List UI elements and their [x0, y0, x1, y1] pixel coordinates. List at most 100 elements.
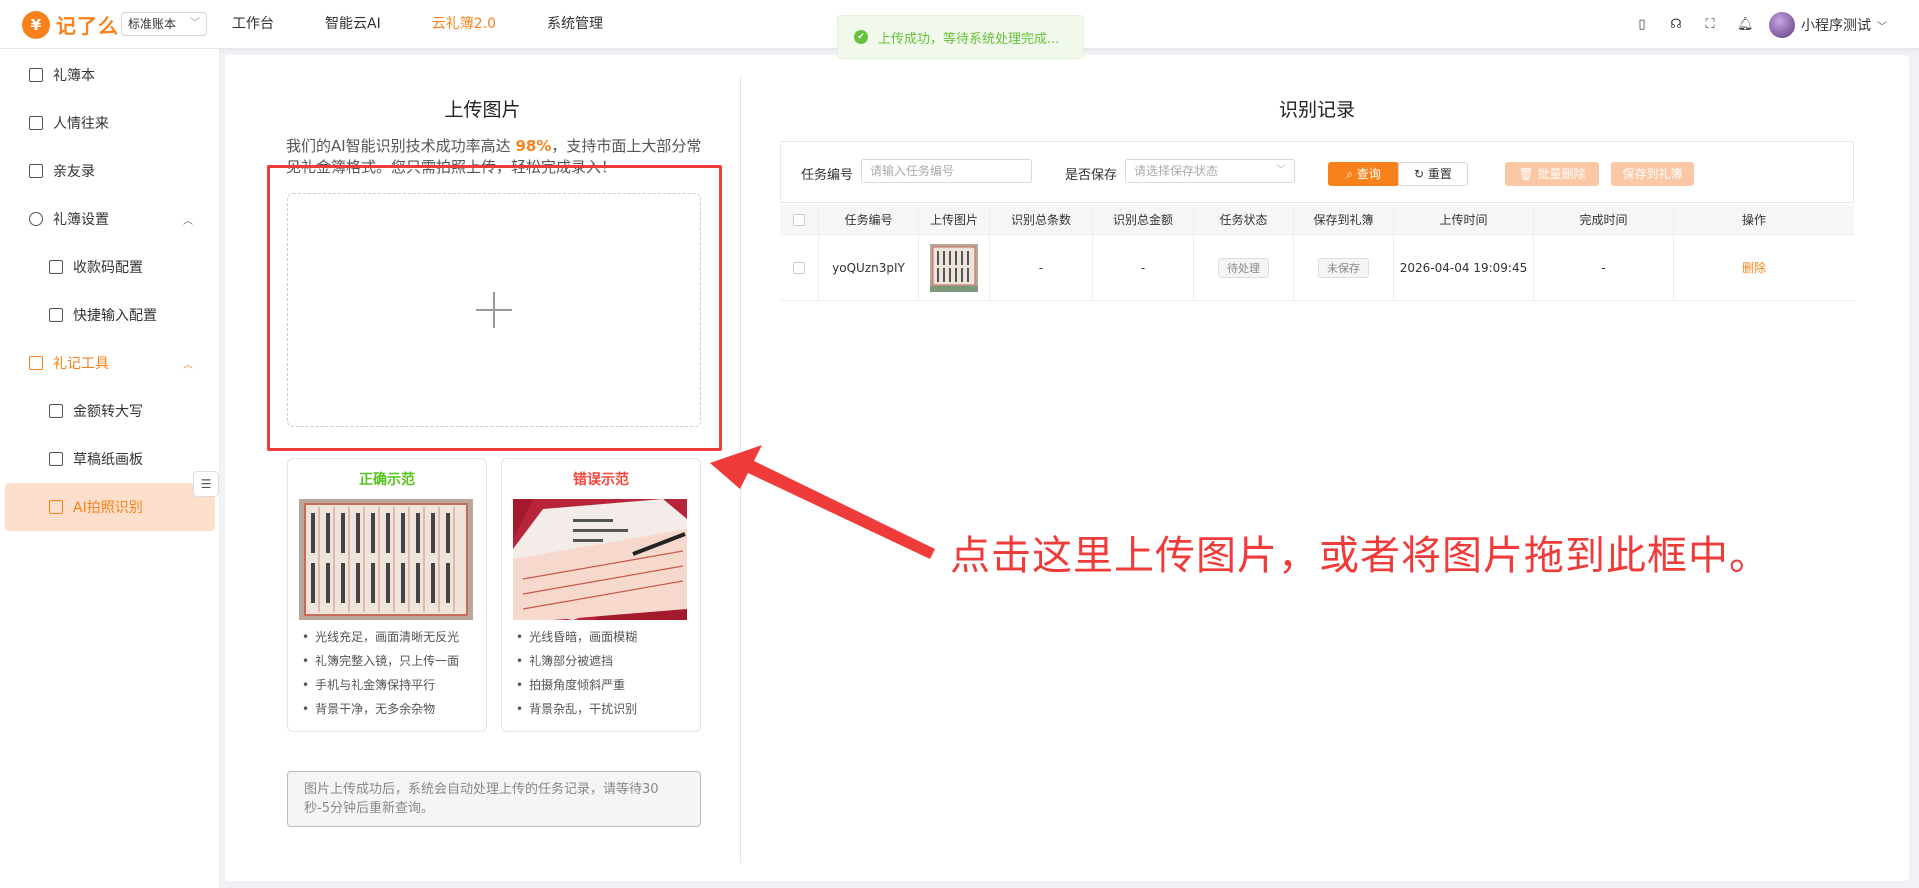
task-id-input[interactable]: 请输入任务编号 — [861, 159, 1032, 183]
select-all-checkbox[interactable] — [793, 213, 805, 226]
sidebar-item-label: 草稿纸画板 — [73, 452, 143, 468]
nav-item-system-management[interactable]: 系统管理 — [547, 0, 603, 49]
gear-icon — [29, 212, 43, 226]
header-actions: ▯ ☊ ⛶ 🔔︎ 小程序测试 ﹀ — [1615, 0, 1887, 49]
mobile-icon[interactable]: ▯ — [1635, 17, 1649, 32]
good-example-image — [299, 499, 473, 620]
headset-icon[interactable]: ☊ — [1669, 17, 1683, 32]
sidebar-group-gift-tools[interactable]: 礼记工具 ︿ — [0, 339, 220, 387]
good-tip: 礼簿完整入镜，只上传一面 — [302, 649, 459, 673]
chevron-down-icon: ﹀ — [1877, 21, 1887, 33]
sidebar-item-label: 礼簿设置 — [53, 212, 109, 228]
task-id-placeholder: 请输入任务编号 — [870, 164, 955, 178]
status-cell: 待处理 — [1194, 235, 1294, 300]
column-header: 识别总条数 — [990, 205, 1093, 234]
save-status-placeholder: 请选择保存状态 — [1134, 164, 1219, 178]
sidebar-item-label: AI拍照识别 — [73, 500, 143, 516]
sidebar-item-payment-qr[interactable]: 收款码配置 — [0, 243, 220, 291]
good-tip: 背景干净，无多余杂物 — [302, 697, 459, 721]
row-select-cell — [780, 235, 819, 300]
sidebar-item-label: 人情往来 — [53, 116, 109, 132]
book-icon — [29, 68, 43, 82]
amount-cell: - — [1093, 235, 1194, 300]
reset-label: 重置 — [1427, 167, 1452, 181]
toast-text: 上传成功，等待系统处理完成... — [878, 31, 1060, 47]
account-book-select[interactable]: 标准账本 ﹀ — [121, 12, 207, 36]
query-label: 查询 — [1356, 167, 1381, 181]
user-menu[interactable]: 小程序测试 ﹀ — [1801, 15, 1887, 35]
chevron-up-icon: ︿ — [183, 215, 193, 227]
fullscreen-icon[interactable]: ⛶ — [1703, 17, 1717, 32]
good-example-tips: 光线充足，画面清晰无反光 礼簿完整入镜，只上传一面 手机与礼金簿保持平行 背景干… — [302, 625, 459, 721]
sidebar-item-gift-book[interactable]: 礼簿本 — [0, 51, 220, 99]
nav-item-workbench[interactable]: 工作台 — [232, 0, 274, 49]
status-badge: 待处理 — [1218, 257, 1269, 278]
sidebar-item-quick-input[interactable]: 快捷输入配置 — [0, 291, 220, 339]
nav-item-cloud-gift-book[interactable]: 云礼簿2.0 — [432, 0, 496, 49]
query-button[interactable]: ⌕ 查询 — [1328, 162, 1399, 186]
upload-time-cell: 2026-04-04 19:09:45 — [1394, 235, 1534, 300]
reset-button[interactable]: ↻ 重置 — [1398, 162, 1468, 186]
finish-time-cell: - — [1534, 235, 1674, 300]
upload-title: 上传图片 — [444, 99, 521, 121]
thumbnail-cell — [919, 235, 990, 300]
sidebar-item-ai-photo-recognition[interactable]: AI拍照识别 — [5, 483, 215, 531]
edit-icon — [49, 308, 63, 322]
sidebar-group-book-settings[interactable]: 礼簿设置 ︿ — [0, 195, 220, 243]
good-tip: 光线充足，画面清晰无反光 — [302, 625, 459, 649]
row-checkbox[interactable] — [793, 261, 805, 274]
records-title: 识别记录 — [1278, 99, 1355, 121]
select-all-cell — [780, 205, 819, 234]
saved-cell: 未保存 — [1294, 235, 1394, 300]
ledger-icon — [29, 116, 43, 130]
upload-thumbnail[interactable] — [930, 243, 978, 292]
annotation-arrow-icon — [710, 445, 935, 559]
main-card: 上传图片 我们的AI智能识别技术成功率高达 98%，支持市面上大部分常见礼金簿格… — [225, 55, 1909, 881]
table-row: yoQUzn3pIY - - 待处理 未保存 2026-04-04 19:09:… — [780, 235, 1854, 301]
app-logo[interactable]: ¥ 记了么 — [22, 10, 119, 39]
good-example-card: 正确示范 光线充足，画面清晰无反光 礼簿完整入镜，只上传一面 手机与礼金簿保持平… — [287, 458, 487, 732]
sidebar-item-label: 快捷输入配置 — [73, 308, 157, 324]
task-id-cell: yoQUzn3pIY — [819, 235, 919, 300]
column-header: 上传时间 — [1394, 205, 1534, 234]
bell-icon[interactable]: 🔔︎ — [1737, 17, 1754, 32]
sidebar-item-draft-board[interactable]: 草稿纸画板 — [0, 435, 220, 483]
sidebar-item-label: 收款码配置 — [73, 260, 143, 276]
sidebar-item-relations[interactable]: 人情往来 — [0, 99, 220, 147]
folder-icon — [29, 164, 43, 178]
nav-item-smart-cloud-ai[interactable]: 智能云AI — [325, 0, 381, 49]
save-status-select[interactable]: 请选择保存状态 ﹀ — [1125, 159, 1295, 183]
column-header: 任务状态 — [1194, 205, 1294, 234]
upload-desc-prefix: 我们的AI智能识别技术成功率高达 — [286, 137, 516, 155]
bad-tip: 背景杂乱，干扰识别 — [516, 697, 637, 721]
sidebar-item-contacts[interactable]: 亲友录 — [0, 147, 220, 195]
delete-link[interactable]: 删除 — [1742, 259, 1766, 276]
annotation-highlight-frame — [267, 165, 722, 451]
check-circle-icon: ✔ — [854, 30, 868, 44]
batch-delete-button[interactable]: 🗑︎ 批量删除 — [1505, 162, 1599, 186]
action-cell: 删除 — [1674, 235, 1834, 300]
good-example-title: 正确示范 — [359, 472, 415, 488]
column-header: 任务编号 — [819, 205, 919, 234]
column-header: 上传图片 — [919, 205, 990, 234]
success-rate: 98% — [515, 137, 552, 155]
qr-code-icon — [49, 260, 63, 274]
bad-tip: 拍摄角度倾斜严重 — [516, 673, 637, 697]
document-icon — [49, 452, 63, 466]
refresh-icon: ↻ — [1414, 167, 1428, 181]
chevron-down-icon: ﹀ — [190, 18, 200, 29]
batch-delete-label: 批量删除 — [1537, 167, 1586, 181]
bad-example-card: 错误示范 光线昏暗，画面模糊 礼簿部分被遮挡 拍摄角度倾斜严重 背景杂乱，干扰识… — [501, 458, 701, 732]
bad-tip: 光线昏暗，画面模糊 — [516, 625, 637, 649]
toolbox-icon — [29, 356, 43, 370]
save-to-book-button[interactable]: 保存到礼簿 — [1611, 162, 1694, 186]
column-header: 操作 — [1741, 213, 1766, 227]
chevron-down-icon: ﹀ — [1276, 165, 1286, 176]
avatar[interactable] — [1769, 11, 1795, 38]
sidebar-item-label: 金额转大写 — [73, 404, 143, 420]
sidebar-collapse-button[interactable]: ☰ — [193, 471, 219, 497]
column-header: 完成时间 — [1534, 205, 1674, 234]
save-status-label: 是否保存 — [1065, 168, 1118, 183]
saved-badge: 未保存 — [1318, 257, 1369, 278]
sidebar-item-amount-uppercase[interactable]: 金额转大写 — [0, 387, 220, 435]
